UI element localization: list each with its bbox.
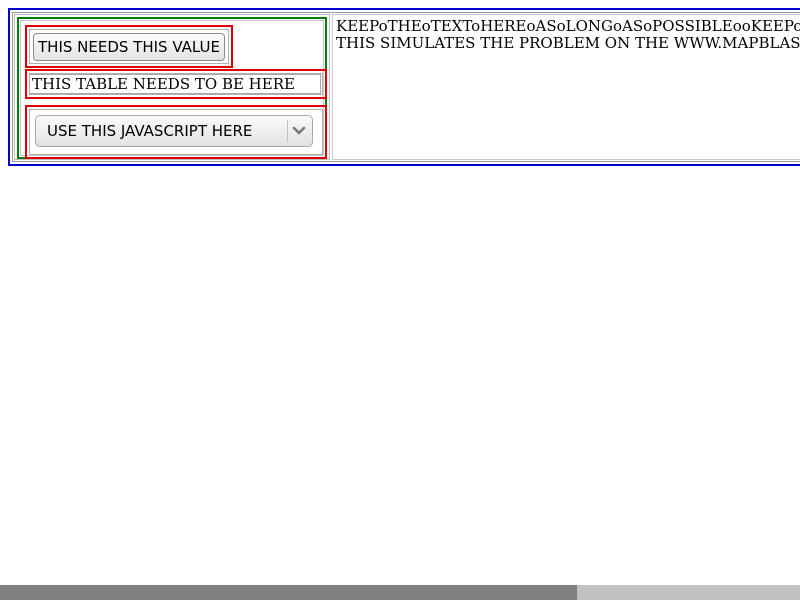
page-viewport: THIS NEEDS THIS VALUE THIS TABLE NEEDS T… — [0, 0, 800, 585]
green-table: THIS NEEDS THIS VALUE THIS TABLE NEEDS T… — [17, 17, 327, 159]
horizontal-scrollbar[interactable] — [0, 585, 800, 600]
select-container: USE THIS JAVASCRIPT HERE — [25, 105, 327, 159]
javascript-select[interactable]: USE THIS JAVASCRIPT HERE — [35, 115, 313, 147]
scrollbar-thumb[interactable] — [0, 585, 577, 600]
problem-description: THIS SIMULATES THE PROBLEM ON THE WWW.MA… — [336, 34, 800, 52]
table-container: THIS TABLE NEEDS TO BE HERE — [25, 69, 327, 99]
table-text: THIS TABLE NEEDS TO BE HERE — [29, 74, 321, 94]
value-button[interactable]: THIS NEEDS THIS VALUE — [33, 33, 225, 61]
outer-table: THIS NEEDS THIS VALUE THIS TABLE NEEDS T… — [8, 8, 800, 166]
right-cell: KEEPoTHEoTEXToHEREoASoLONGoASoPOSSIBLEoo… — [332, 14, 800, 160]
select-value: USE THIS JAVASCRIPT HERE — [47, 122, 253, 140]
chevron-down-icon[interactable] — [288, 116, 310, 146]
long-text-line: KEEPoTHEoTEXToHEREoASoLONGoASoPOSSIBLEoo… — [336, 17, 800, 35]
button-container: THIS NEEDS THIS VALUE — [25, 25, 233, 68]
left-cell: THIS NEEDS THIS VALUE THIS TABLE NEEDS T… — [14, 14, 330, 160]
